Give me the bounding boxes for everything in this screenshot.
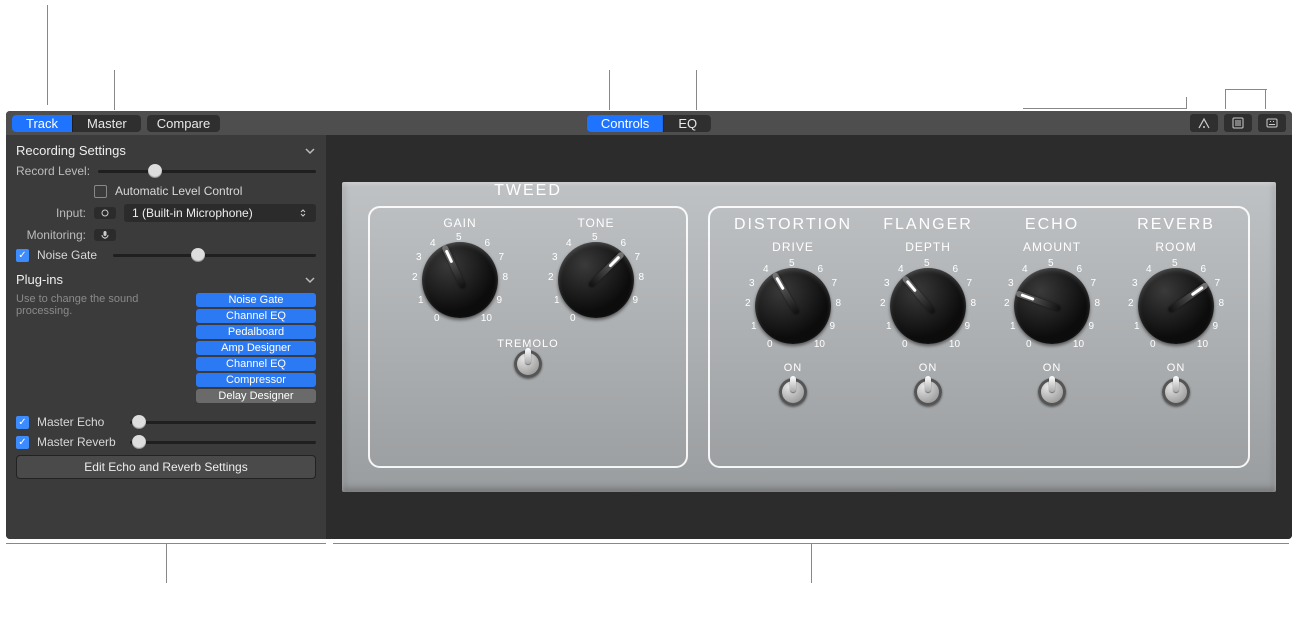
reverb-switch[interactable] xyxy=(1162,378,1190,406)
record-level-slider[interactable] xyxy=(98,170,316,173)
controls-button[interactable]: Controls xyxy=(587,115,664,132)
effect-title: FLANGER xyxy=(883,216,973,234)
master-echo-slider[interactable] xyxy=(130,421,316,424)
view-segment: Controls EQ xyxy=(587,115,711,132)
pedalboard-icon[interactable] xyxy=(1258,114,1286,132)
master-reverb-label: Master Reverb xyxy=(37,435,122,449)
monitoring-button[interactable] xyxy=(94,229,116,241)
on-label: ON xyxy=(1167,362,1186,374)
noise-gate-row: ✓ Noise Gate xyxy=(16,248,316,262)
knob-label: DRIVE xyxy=(772,240,814,254)
edit-echo-reverb-button[interactable]: Edit Echo and Reverb Settings xyxy=(16,455,316,479)
input-row: Input: 1 (Built-in Microphone) xyxy=(16,204,316,222)
plugins-header[interactable]: Plug-ins xyxy=(16,272,316,287)
knob-label: DEPTH xyxy=(905,240,951,254)
on-label: ON xyxy=(919,362,938,374)
amp-panel: TWEED GAIN 0 1 2 3 4 5 xyxy=(368,206,688,468)
room-knob[interactable]: 012345678910 xyxy=(1128,258,1224,354)
plugin-list: Noise Gate Channel EQ Pedalboard Amp Des… xyxy=(196,293,316,403)
noise-gate-slider[interactable] xyxy=(113,254,316,257)
input-channel-button[interactable] xyxy=(94,207,116,219)
effect-title: REVERB xyxy=(1137,216,1215,234)
chevron-down-icon xyxy=(304,274,316,286)
plugins-note: Use to change the sound processing. xyxy=(16,293,156,317)
on-label: ON xyxy=(1043,362,1062,374)
section-title: Plug-ins xyxy=(16,272,63,287)
controls-area: TWEED GAIN 0 1 2 3 4 5 xyxy=(326,135,1292,539)
gain-knob[interactable]: 0 1 2 3 4 5 6 7 8 9 10 xyxy=(412,232,508,328)
panel-title: TWEED xyxy=(494,182,562,200)
knob-label: GAIN xyxy=(443,216,476,230)
track-button[interactable]: Track xyxy=(12,115,73,132)
effect-title: DISTORTION xyxy=(734,216,852,234)
master-echo-label: Master Echo xyxy=(37,415,122,429)
master-echo-checkbox[interactable]: ✓ xyxy=(16,416,29,429)
tuner-icon[interactable] xyxy=(1190,114,1218,132)
smart-controls-window: Track Master Compare Controls EQ Recordi… xyxy=(6,111,1292,539)
plugin-item[interactable]: Delay Designer xyxy=(196,389,316,403)
distortion-switch[interactable] xyxy=(779,378,807,406)
amp-icon[interactable] xyxy=(1224,114,1252,132)
mic-icon xyxy=(100,230,110,240)
knob-label: TONE xyxy=(577,216,614,230)
depth-knob[interactable]: 012345678910 xyxy=(880,258,976,354)
toolbar: Track Master Compare Controls EQ xyxy=(6,111,1292,135)
plugin-item[interactable]: Amp Designer xyxy=(196,341,316,355)
eq-button[interactable]: EQ xyxy=(664,115,711,132)
amount-knob[interactable]: 012345678910 xyxy=(1004,258,1100,354)
amp-faceplate: TWEED GAIN 0 1 2 3 4 5 xyxy=(342,182,1276,492)
knob-label: ROOM xyxy=(1155,240,1196,254)
section-title: Recording Settings xyxy=(16,143,126,158)
effect-title: ECHO xyxy=(1025,216,1079,234)
record-level-label: Record Level: xyxy=(16,164,90,178)
plugin-item[interactable]: Pedalboard xyxy=(196,325,316,339)
noise-gate-label: Noise Gate xyxy=(37,248,105,262)
compare-button[interactable]: Compare xyxy=(147,115,220,132)
auto-level-checkbox[interactable] xyxy=(94,185,107,198)
master-echo-row: ✓ Master Echo xyxy=(16,415,316,429)
auto-level-label: Automatic Level Control xyxy=(115,184,242,198)
plugin-item[interactable]: Channel EQ xyxy=(196,309,316,323)
recording-settings-header[interactable]: Recording Settings xyxy=(16,143,316,158)
master-reverb-checkbox[interactable]: ✓ xyxy=(16,436,29,449)
plugin-item[interactable]: Compressor xyxy=(196,373,316,387)
monitoring-row: Monitoring: xyxy=(16,228,316,242)
monitoring-label: Monitoring: xyxy=(16,228,86,242)
master-reverb-slider[interactable] xyxy=(130,441,316,444)
auto-level-row: Automatic Level Control xyxy=(16,184,316,198)
knob-label: AMOUNT xyxy=(1023,240,1081,254)
plugin-item[interactable]: Channel EQ xyxy=(196,357,316,371)
chevron-updown-icon xyxy=(298,208,308,218)
input-label: Input: xyxy=(16,206,86,220)
input-select[interactable]: 1 (Built-in Microphone) xyxy=(124,204,316,222)
chevron-down-icon xyxy=(304,145,316,157)
flanger-switch[interactable] xyxy=(914,378,942,406)
drive-knob[interactable]: 012345678910 xyxy=(745,258,841,354)
effects-panel: DISTORTION DRIVE 012345678910 ON FLANGER xyxy=(708,206,1250,468)
inspector-sidebar: Recording Settings Record Level: Automat… xyxy=(6,135,326,539)
track-master-segment: Track Master xyxy=(12,115,141,132)
input-value: 1 (Built-in Microphone) xyxy=(132,206,253,220)
noise-gate-checkbox[interactable]: ✓ xyxy=(16,249,29,262)
on-label: ON xyxy=(784,362,803,374)
tremolo-switch[interactable] xyxy=(514,350,542,378)
tone-knob[interactable]: 0 1 2 3 4 5 6 7 8 9 xyxy=(548,232,644,328)
echo-switch[interactable] xyxy=(1038,378,1066,406)
master-reverb-row: ✓ Master Reverb xyxy=(16,435,316,449)
master-button[interactable]: Master xyxy=(73,115,141,132)
record-level-row: Record Level: xyxy=(16,164,316,178)
plugin-item[interactable]: Noise Gate xyxy=(196,293,316,307)
